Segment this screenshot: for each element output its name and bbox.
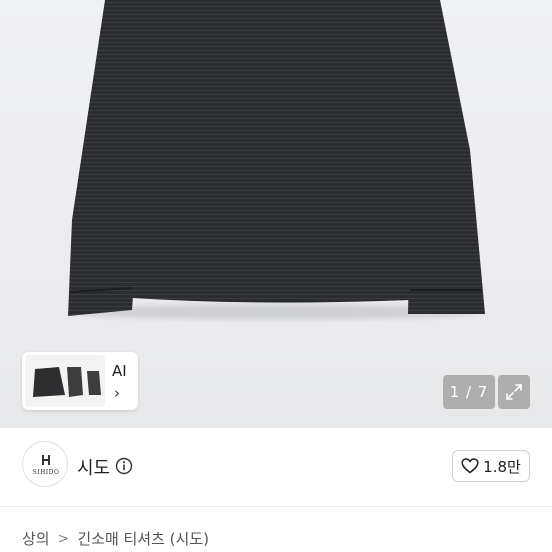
breadcrumb: 상의 > 긴소매 티셔츠 (시도) xyxy=(22,528,209,549)
product-image-carousel[interactable]: AI › 1 / 7 xyxy=(0,0,552,428)
thumbnail-image xyxy=(25,355,105,407)
shop-name[interactable]: 시도 xyxy=(77,454,110,480)
info-icon[interactable] xyxy=(115,457,133,475)
breadcrumb-subcategory[interactable]: 긴소매 티셔츠 (시도) xyxy=(77,528,209,549)
image-counter: 1 / 7 xyxy=(443,375,495,409)
logo-mark-icon xyxy=(42,455,50,465)
breadcrumb-category[interactable]: 상의 xyxy=(22,528,50,549)
heart-icon xyxy=(461,458,479,474)
ai-view-thumbnail-card[interactable] xyxy=(22,352,138,410)
logo-text: SIHIDO xyxy=(32,469,60,476)
like-count: 1.8만 xyxy=(483,457,521,476)
chevron-right-icon[interactable]: › xyxy=(114,384,120,402)
ai-label[interactable]: AI xyxy=(112,362,127,380)
section-divider xyxy=(0,506,552,507)
breadcrumb-separator: > xyxy=(57,530,70,547)
seller-logo[interactable]: SIHIDO xyxy=(22,441,68,487)
expand-icon[interactable] xyxy=(498,375,530,409)
like-button[interactable]: 1.8만 xyxy=(452,450,530,482)
